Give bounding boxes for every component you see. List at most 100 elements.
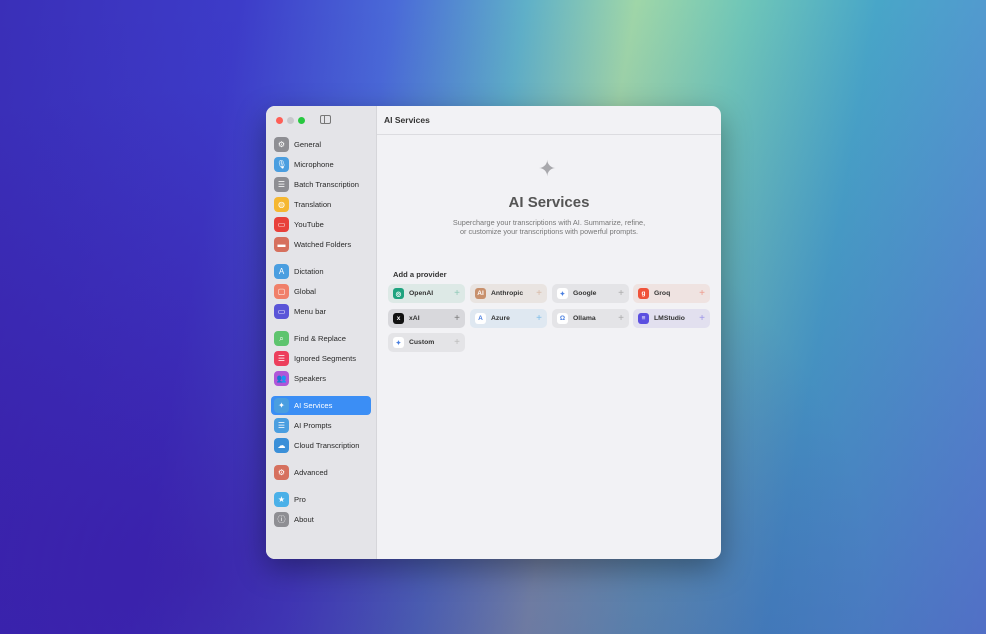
provider-anthropic-button[interactable]: AI Anthropic + [470,284,547,303]
microphone-icon: 🎙 [274,157,289,172]
google-logo-icon: ✦ [557,288,568,299]
lmstudio-logo-icon: ≡ [638,313,649,324]
provider-lmstudio-button[interactable]: ≡ LMStudio + [633,309,710,328]
tv-icon: ▭ [274,217,289,232]
anthropic-logo-icon: AI [475,288,486,299]
divider [377,134,721,135]
sidebar-item-ai-services[interactable]: ✦ AI Services [271,396,371,415]
text-cursor-icon: A [274,264,289,279]
sidebar-item-batch-transcription[interactable]: ☰ Batch Transcription [271,175,371,194]
plus-icon[interactable]: + [699,313,705,324]
sidebar-item-ignored-segments[interactable]: ☰ Ignored Segments [271,349,371,368]
sidebar-item-label: Microphone [294,160,334,169]
globe-icon: ◍ [274,197,289,212]
main-panel: AI Services ✦ AI Services Supercharge yo… [377,106,721,559]
plus-icon[interactable]: + [536,313,542,324]
provider-name: OpenAI [409,290,434,297]
ignored-icon: ☰ [274,351,289,366]
minimize-button[interactable] [287,117,294,124]
list-icon: ☰ [274,177,289,192]
plus-icon[interactable]: + [454,313,460,324]
sidebar-item-label: AI Prompts [294,421,332,430]
sidebar-item-label: Menu bar [294,307,327,316]
custom-logo-icon: ✦ [393,337,404,348]
sidebar-item-watched-folders[interactable]: ▬ Watched Folders [271,235,371,254]
sidebar-item-find-replace[interactable]: ⌕ Find & Replace [271,329,371,348]
window-controls [276,117,305,124]
list-icon: ☰ [274,418,289,433]
sidebar-item-label: YouTube [294,220,324,229]
sidebar-item-label: Cloud Transcription [294,441,360,450]
gears-icon: ⚙ [274,465,289,480]
provider-custom-button[interactable]: ✦ Custom + [388,333,465,352]
sidebar-item-dictation[interactable]: A Dictation [271,262,371,281]
sparkle-icon: ✦ [538,156,557,181]
sidebar-item-label: Ignored Segments [294,354,357,363]
sidebar-item-translation[interactable]: ◍ Translation [271,195,371,214]
provider-name: Google [573,290,597,297]
provider-xai-button[interactable]: x xAI + [388,309,465,328]
provider-google-button[interactable]: ✦ Google + [552,284,629,303]
sidebar-item-advanced[interactable]: ⚙ Advanced [271,463,371,482]
sidebar-item-label: AI Services [294,401,333,410]
openai-logo-icon: ◎ [393,288,404,299]
plus-icon[interactable]: + [699,288,705,299]
sidebar-item-ai-prompts[interactable]: ☰ AI Prompts [271,416,371,435]
sidebar-item-cloud-transcription[interactable]: ☁ Cloud Transcription [271,436,371,455]
sparkle-icon: ✦ [274,398,289,413]
sidebar-item-global[interactable]: ▢ Global [271,282,371,301]
sidebar: ⚙ General 🎙 Microphone ☰ Batch Transcription ◍… [266,106,377,559]
gear-icon: ⚙ [274,137,289,152]
sidebar-item-label: Pro [294,495,306,504]
info-icon: ⓘ [274,512,289,527]
plus-icon[interactable]: + [618,288,624,299]
provider-name: Custom [409,339,435,346]
sidebar-item-general[interactable]: ⚙ General [271,135,371,154]
sidebar-item-speakers[interactable]: 👥 Speakers [271,369,371,388]
subtitle-line: Supercharge your transcriptions with AI.… [452,218,646,227]
add-provider-label: Add a provider [393,270,447,279]
sidebar-item-label: Speakers [294,374,327,383]
plus-icon[interactable]: + [454,337,460,348]
sidebar-item-label: About [294,515,314,524]
sidebar-item-label: Translation [294,200,332,209]
sidebar-item-pro[interactable]: ★ Pro [271,490,371,509]
sidebar-item-about[interactable]: ⓘ About [271,510,371,529]
azure-logo-icon: A [475,313,486,324]
provider-name: Groq [654,290,671,297]
people-icon: 👥 [274,371,289,386]
sidebar-item-microphone[interactable]: 🎙 Microphone [271,155,371,174]
window-icon: ▢ [274,284,289,299]
cloud-icon: ☁ [274,438,289,453]
provider-groq-button[interactable]: g Groq + [633,284,710,303]
ollama-logo-icon: Ω [557,313,568,324]
sidebar-item-label: Dictation [294,267,324,276]
zoom-button[interactable] [298,117,305,124]
plus-icon[interactable]: + [454,288,460,299]
folder-icon: ▬ [274,237,289,252]
close-button[interactable] [276,117,283,124]
provider-ollama-button[interactable]: Ω Ollama + [552,309,629,328]
xai-logo-icon: x [393,313,404,324]
provider-name: LMStudio [654,315,685,322]
provider-name: Azure [491,315,510,322]
provider-azure-button[interactable]: A Azure + [470,309,547,328]
provider-name: Ollama [573,315,596,322]
provider-name: xAI [409,315,420,322]
plus-icon[interactable]: + [536,288,542,299]
sidebar-item-label: Batch Transcription [294,180,359,189]
sidebar-item-label: Global [294,287,316,296]
sidebar-item-label: Advanced [294,468,328,477]
sidebar-item-label: Watched Folders [294,240,352,249]
page-subtitle: Supercharge your transcriptions with AI.… [377,218,721,236]
menubar-icon: ▭ [274,304,289,319]
sidebar-toggle-icon[interactable] [320,115,331,124]
sidebar-item-label: General [294,140,322,149]
sidebar-item-menu-bar[interactable]: ▭ Menu bar [271,302,371,321]
page-heading: AI Services [508,194,590,211]
plus-icon[interactable]: + [618,313,624,324]
provider-name: Anthropic [491,290,524,297]
provider-openai-button[interactable]: ◎ OpenAI + [388,284,465,303]
sidebar-item-youtube[interactable]: ▭ YouTube [271,215,371,234]
settings-window: ⚙ General 🎙 Microphone ☰ Batch Transcription ◍… [266,106,721,559]
